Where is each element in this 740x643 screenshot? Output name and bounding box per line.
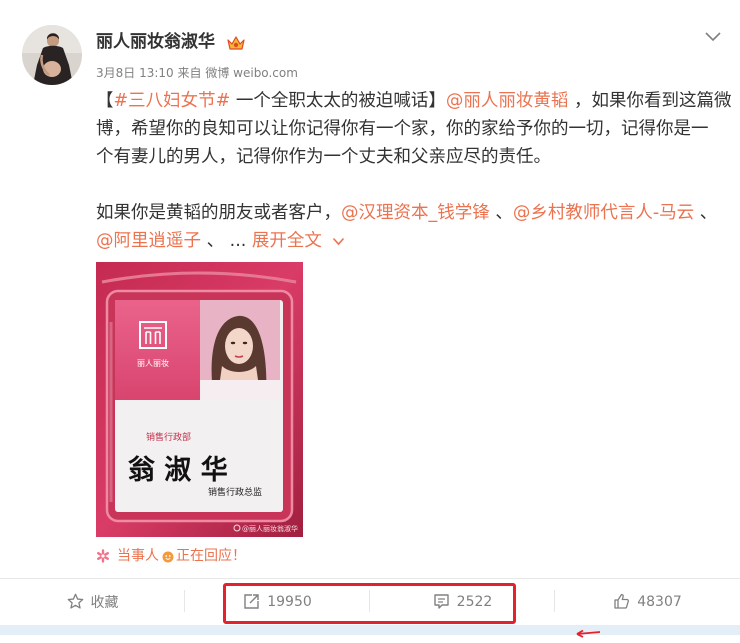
badge-title: 销售行政总监 xyxy=(208,486,262,498)
text-segment: 个有妻儿的男人，记得你作为一个丈夫和父亲应尽的责任。 xyxy=(96,147,551,167)
like-icon xyxy=(613,593,630,610)
text-line: @阿里逍遥子 、 ... 展开全文 xyxy=(96,227,740,255)
highlight-box xyxy=(223,583,516,624)
portrait-photo xyxy=(200,300,280,399)
logo-text: 丽人丽妆 xyxy=(137,358,169,368)
avatar[interactable] xyxy=(22,25,82,85)
badge-department: 销售行政部 xyxy=(146,431,191,443)
response-notice[interactable]: 当事人 正在回应！ xyxy=(96,547,246,565)
text-line: 【#三八妇女节# 一个全职太太的被迫喊话】@丽人丽妆黄韬 ，如果你看到这篇微 xyxy=(96,87,740,115)
response-notice-suffix: 正在回应！ xyxy=(176,548,246,564)
text-segment: 一个全职太太的被迫喊话】 xyxy=(230,91,446,111)
text-segment: 、 ... xyxy=(201,231,252,251)
text-line: 如果你是黄韬的朋友或者客户，@汉理资本_钱学锋 、@乡村教师代言人-马云 、 xyxy=(96,199,740,227)
post-image[interactable]: 丽人丽妆 销售行政部 翁 淑 华 销售行政总监 @丽人丽妆翁淑华 xyxy=(96,262,303,537)
text-segment: 、 xyxy=(489,203,513,223)
crown-badge-icon[interactable] xyxy=(226,34,246,52)
star-icon xyxy=(67,593,84,610)
author-name[interactable]: 丽人丽妆翁淑华 xyxy=(96,31,215,53)
text-segment: 、 xyxy=(694,203,718,223)
image-watermark: @丽人丽妆翁淑华 xyxy=(242,524,298,533)
like-button[interactable]: 48307 xyxy=(555,579,740,624)
text-segment: ，如果你看到这篇微 xyxy=(568,91,732,111)
favorite-button[interactable]: 收藏 xyxy=(0,579,185,624)
like-count: 48307 xyxy=(637,593,682,610)
mention-link[interactable]: @汉理资本_钱学锋 xyxy=(341,203,490,223)
mention-link[interactable]: @阿里逍遥子 xyxy=(96,231,201,251)
chevron-down-icon[interactable] xyxy=(705,27,721,42)
action-separator xyxy=(184,590,185,612)
flower-icon xyxy=(96,549,110,563)
post-source[interactable]: 微博 weibo.com xyxy=(205,66,298,80)
from-label: 来自 xyxy=(177,66,202,80)
favorite-label: 收藏 xyxy=(90,594,119,611)
post-meta: 3月8日 13:10 来自 微博 weibo.com xyxy=(96,65,298,81)
page-background-strip xyxy=(0,625,740,635)
response-notice-prefix: 当事人 xyxy=(117,548,159,564)
text-segment: 【 xyxy=(96,91,114,111)
text-line: 博，希望你的良知可以让你记得你有一个家，你的家给予你的一切，记得你是一 xyxy=(96,115,740,143)
responding-badge-icon xyxy=(162,550,174,563)
post-text: 【#三八妇女节# 一个全职太太的被迫喊话】@丽人丽妆黄韬 ，如果你看到这篇微 博… xyxy=(96,87,740,255)
text-line: 个有妻儿的男人，记得你作为一个丈夫和父亲应尽的责任。 xyxy=(96,143,740,171)
mention-link[interactable]: @乡村教师代言人-马云 xyxy=(513,203,694,223)
badge-name: 翁 淑 华 xyxy=(128,454,228,486)
mention-link[interactable]: @丽人丽妆黄韬 xyxy=(446,91,569,111)
text-segment: 博，希望你的良知可以让你记得你有一个家，你的家给予你的一切，记得你是一 xyxy=(96,119,709,139)
action-separator xyxy=(554,590,555,612)
red-arrow-icon xyxy=(572,624,604,638)
text-segment: 如果你是黄韬的朋友或者客户， xyxy=(96,203,341,223)
expand-full-text-link[interactable]: 展开全文 xyxy=(252,231,322,251)
hashtag-link[interactable]: #三八妇女节# xyxy=(114,91,231,111)
expand-chevron-icon[interactable] xyxy=(332,237,345,246)
post-time[interactable]: 3月8日 13:10 xyxy=(96,66,174,80)
